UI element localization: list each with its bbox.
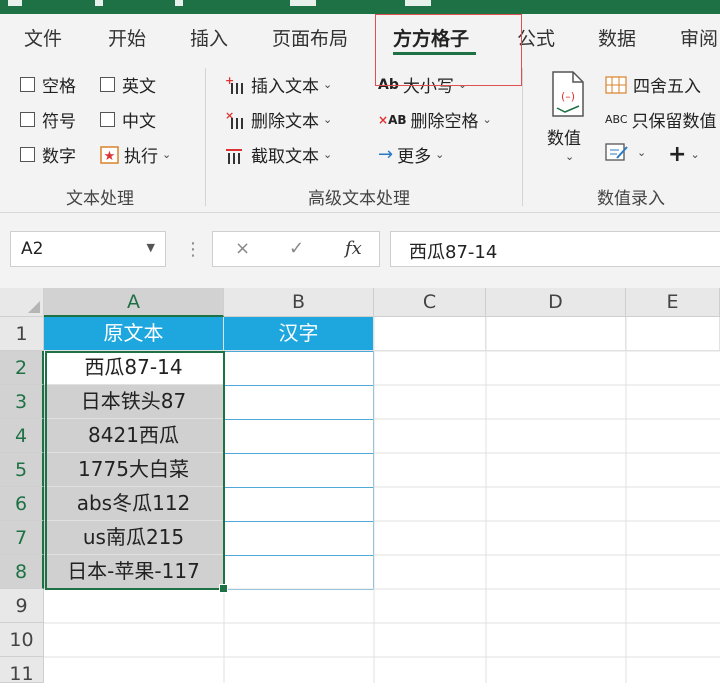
plus-icon: + xyxy=(668,142,687,167)
arrow-right-icon: → xyxy=(378,144,394,165)
formula-content: 西瓜87-14 xyxy=(409,242,498,263)
delete-text-icon: × xyxy=(225,110,247,130)
insert-text-button[interactable]: + 插入文本 ⌄ xyxy=(225,72,333,98)
extract-text-label: 截取文本 xyxy=(251,147,319,167)
more-button[interactable]: → 更多 ⌄ xyxy=(378,142,444,167)
edit-form-icon xyxy=(605,142,629,162)
group-separator xyxy=(205,68,206,206)
fill-handle[interactable] xyxy=(219,584,228,593)
checkbox-number-label: 数字 xyxy=(42,147,76,167)
round-label: 四舍五入 xyxy=(633,77,701,97)
edit-button[interactable]: ⌄ xyxy=(605,142,646,162)
extract-text-icon xyxy=(225,145,247,165)
document-chart-icon: (–) xyxy=(549,70,585,122)
tab-page-layout[interactable]: 页面布局 xyxy=(272,24,348,51)
chevron-down-icon: ⌄ xyxy=(482,113,492,126)
chevron-down-icon: ⌄ xyxy=(690,148,700,161)
group-separator xyxy=(522,68,523,206)
delete-space-button[interactable]: × AB 删除空格 ⌄ xyxy=(378,107,492,132)
chevron-down-icon: ⌄ xyxy=(323,113,333,126)
round-button[interactable]: 四舍五入 xyxy=(605,72,701,97)
checkbox-icon xyxy=(20,77,35,92)
value-label: 数值 xyxy=(547,129,581,149)
more-label: 更多 xyxy=(397,147,432,167)
group-label-value-entry: 数值录入 xyxy=(597,189,665,209)
checkbox-icon xyxy=(20,147,35,162)
execute-icon: ★ xyxy=(100,145,120,165)
checkbox-symbol[interactable]: 符号 xyxy=(20,107,76,132)
execute-button[interactable]: ★ 执行 ⌄ xyxy=(100,142,171,167)
abc-icon: ABC xyxy=(605,113,628,126)
checkbox-icon xyxy=(100,112,115,127)
title-bar-glyph xyxy=(290,0,316,6)
highlight-box xyxy=(375,14,522,86)
insert-function-icon[interactable]: fx xyxy=(345,238,362,259)
delete-text-button[interactable]: × 删除文本 ⌄ xyxy=(225,107,333,133)
svg-text:(–): (–) xyxy=(561,90,575,103)
checkbox-icon xyxy=(100,77,115,92)
insert-text-icon: + xyxy=(225,75,247,95)
formula-bar[interactable]: 西瓜87-14 xyxy=(390,231,720,267)
checkbox-number[interactable]: 数字 xyxy=(20,142,76,167)
cancel-icon[interactable]: × xyxy=(235,238,250,259)
tab-data[interactable]: 数据 xyxy=(598,24,636,51)
dropdown-arrow-icon[interactable]: ▼ xyxy=(147,241,155,254)
formula-area: A2 ▼ ⋮ × ✓ fx 西瓜87-14 xyxy=(0,213,720,288)
confirm-icon[interactable]: ✓ xyxy=(289,238,304,259)
chevron-down-icon: ⌄ xyxy=(323,78,333,91)
group-label-advanced-text: 高级文本处理 xyxy=(308,189,410,209)
ribbon: 空格 英文 符号 中文 数字 ★ 执行 ⌄ 文本处理 + 插入文本 ⌄ × 删除文本… xyxy=(0,60,720,213)
checkbox-icon xyxy=(20,112,35,127)
chevron-down-icon: ⌄ xyxy=(435,148,445,161)
title-bar-glyph xyxy=(95,0,103,6)
checkbox-space-label: 空格 xyxy=(42,77,76,97)
checkbox-chinese-label: 中文 xyxy=(122,112,156,132)
value-button[interactable]: (–) 数值 ⌄ xyxy=(545,70,591,180)
keep-value-button[interactable]: ABC 只保留数值 xyxy=(605,107,717,132)
chevron-down-icon: ⌄ xyxy=(565,150,575,163)
checkbox-english[interactable]: 英文 xyxy=(100,72,156,97)
delete-text-label: 删除文本 xyxy=(251,112,319,132)
tab-file[interactable]: 文件 xyxy=(24,24,62,51)
checkbox-chinese[interactable]: 中文 xyxy=(100,107,156,132)
extract-text-button[interactable]: 截取文本 ⌄ xyxy=(225,142,332,167)
execute-label: 执行 xyxy=(124,147,158,167)
round-icon xyxy=(605,75,629,95)
chevron-down-icon: ⌄ xyxy=(637,145,647,159)
title-bar xyxy=(0,0,720,14)
keep-value-label: 只保留数值 xyxy=(631,112,717,132)
tab-formulas[interactable]: 公式 xyxy=(517,24,555,51)
formula-buttons: × ✓ fx xyxy=(212,231,380,267)
title-bar-glyph xyxy=(175,0,183,6)
chevron-down-icon: ⌄ xyxy=(162,148,172,161)
chevron-down-icon: ⌄ xyxy=(323,148,333,161)
add-button[interactable]: + ⌄ xyxy=(668,142,700,167)
tab-insert[interactable]: 插入 xyxy=(190,24,228,51)
insert-text-label: 插入文本 xyxy=(251,77,319,97)
tab-review[interactable]: 审阅 xyxy=(680,24,718,51)
delete-space-label: 删除空格 xyxy=(410,112,479,132)
group-label-text-processing: 文本处理 xyxy=(66,189,134,209)
name-box-value: A2 xyxy=(21,239,44,259)
ribbon-tabs: 文件 开始 插入 页面布局 方方格子 公式 数据 审阅 xyxy=(0,14,720,60)
checkbox-space[interactable]: 空格 xyxy=(20,72,76,97)
checkbox-english-label: 英文 xyxy=(122,77,156,97)
spreadsheet-grid: A B C D E 1 2 3 4 5 6 7 8 9 10 11 原文本 汉字… xyxy=(0,288,720,685)
gridlines xyxy=(44,317,720,683)
tab-home[interactable]: 开始 xyxy=(108,24,146,51)
title-bar-glyph xyxy=(8,0,22,6)
title-bar-glyph xyxy=(405,0,431,6)
more-dots-icon[interactable]: ⋮ xyxy=(184,239,202,260)
name-box[interactable]: A2 ▼ xyxy=(10,231,166,267)
svg-text:★: ★ xyxy=(104,149,116,164)
checkbox-symbol-label: 符号 xyxy=(42,112,76,132)
delete-space-icon: × AB xyxy=(378,112,407,127)
